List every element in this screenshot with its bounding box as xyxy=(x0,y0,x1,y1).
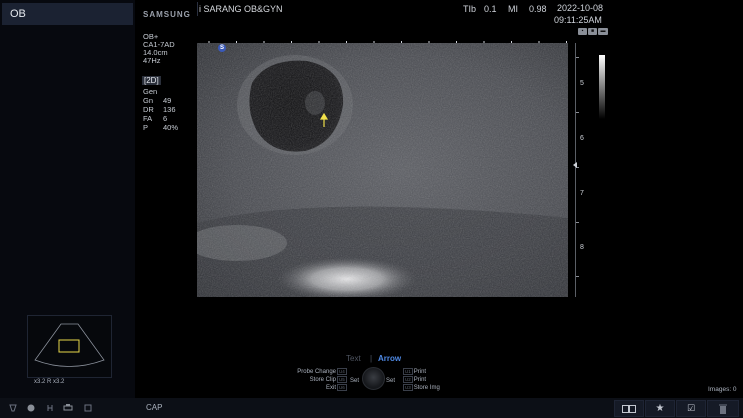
dual-view-button[interactable] xyxy=(614,400,644,417)
control-key: U4 xyxy=(337,368,347,375)
gen-label: Gen xyxy=(143,87,158,96)
usb-icon[interactable] xyxy=(45,403,55,413)
control-label: Print xyxy=(413,377,427,383)
right-controls: U1 Print U2 Print U3 Store Img xyxy=(402,368,440,392)
arrow-mode-option[interactable]: Arrow xyxy=(378,354,401,363)
param-value: 49 xyxy=(163,96,172,105)
settings-icon[interactable] xyxy=(83,403,93,413)
lock-icon: ▪ xyxy=(578,28,587,35)
disk-icon: ■ xyxy=(588,28,597,35)
control-row-store-clip[interactable]: Store Clip U5 xyxy=(296,376,348,384)
depth-tick xyxy=(576,222,579,223)
delete-button[interactable] xyxy=(707,400,739,417)
grayscale-bar xyxy=(599,55,605,119)
check-button[interactable]: ☑ xyxy=(676,400,706,417)
param-value: 6 xyxy=(163,114,168,123)
trash-icon xyxy=(719,404,727,414)
param-value: 136 xyxy=(163,105,176,114)
cap-indicator: CAP xyxy=(146,403,163,412)
depth-scale-line xyxy=(575,43,576,297)
probe-info: OB+ CA1-7AD 14.0cm 47Hz xyxy=(143,33,175,65)
control-row-probe-change[interactable]: Probe Change U4 xyxy=(296,368,348,376)
focus-marker-icon[interactable] xyxy=(573,162,577,168)
left-controls: Probe Change U4 Store Clip U5 Exit U6 xyxy=(296,368,348,392)
annotation-separator: | xyxy=(370,354,373,363)
exam-time: 09:11:25AM xyxy=(554,15,602,25)
control-row-print-2[interactable]: U2 Print xyxy=(402,376,440,384)
frame-rate-label: 47Hz xyxy=(143,56,161,65)
control-key: U3 xyxy=(403,384,413,391)
checkbox-icon: ☑ xyxy=(686,403,696,413)
depth-mark: 5 xyxy=(580,80,584,87)
control-row-store-img[interactable]: U3 Store Img xyxy=(402,384,440,392)
knob-left-label: Set xyxy=(350,378,360,384)
status-icons: ▪ ■ ▬ xyxy=(578,28,608,35)
mi-label: MI xyxy=(508,4,518,14)
favorite-button[interactable]: ★ xyxy=(645,400,675,417)
text-mode-option[interactable]: Text xyxy=(346,354,361,363)
depth-tick xyxy=(576,57,579,58)
probe-thumbnail xyxy=(27,315,112,378)
imaging-mode-label: [2D] xyxy=(142,76,161,85)
depth-mark: 7 xyxy=(580,190,584,197)
exam-date: 2022-10-08 xyxy=(557,3,604,13)
network-icon: ▬ xyxy=(598,28,608,35)
param-value: 40% xyxy=(163,123,179,132)
sector-outline-icon xyxy=(34,323,105,367)
control-key: U5 xyxy=(337,376,347,383)
control-label: Probe Change xyxy=(297,369,336,375)
parameter-table: Gen Gn 49 DR 136 FA 6 P 40% xyxy=(143,87,178,132)
tib-label: TIb xyxy=(463,4,477,14)
printer-icon[interactable] xyxy=(63,403,73,413)
control-key: U2 xyxy=(403,376,413,383)
depth-tick xyxy=(576,276,579,277)
record-icon[interactable] xyxy=(26,403,36,413)
control-row-exit[interactable]: Exit U6 xyxy=(296,384,348,392)
control-label: Store Clip xyxy=(309,377,336,383)
param-key: FA xyxy=(143,114,153,123)
knob-right-label: Set xyxy=(386,378,396,384)
header-divider xyxy=(197,2,198,16)
param-key: Gn xyxy=(143,96,154,105)
dual-view-icon xyxy=(622,404,636,413)
hospital-name: i SARANG OB&GYN xyxy=(199,4,283,14)
param-key: P xyxy=(143,123,149,132)
images-count: Images: 0 xyxy=(708,386,737,393)
control-label: Store Img xyxy=(413,385,440,391)
control-key: U1 xyxy=(403,368,413,375)
ultrasound-scan xyxy=(197,43,568,297)
mi-value: 0.98 xyxy=(529,4,547,14)
trackball-knob[interactable] xyxy=(362,367,385,390)
param-key: DR xyxy=(143,105,154,114)
ultrasound-image[interactable] xyxy=(197,43,568,297)
thumbnail-zoom-label: x3.2 R x3.2 xyxy=(34,379,65,385)
control-row-print-1[interactable]: U1 Print xyxy=(402,368,440,376)
depth-mark: 6 xyxy=(580,135,584,142)
control-label: Print xyxy=(413,369,427,375)
probe-icon[interactable] xyxy=(8,403,18,413)
depth-tick xyxy=(576,112,579,113)
star-icon: ★ xyxy=(655,403,665,414)
exam-mode-label[interactable]: OB xyxy=(2,3,133,25)
depth-mark: 8 xyxy=(580,244,584,251)
tib-value: 0.1 xyxy=(484,4,497,14)
orientation-marker-icon: S xyxy=(218,44,226,52)
control-key: U6 xyxy=(337,384,347,391)
control-label: Exit xyxy=(325,385,336,391)
brand-logo: SAMSUNG xyxy=(143,10,191,19)
